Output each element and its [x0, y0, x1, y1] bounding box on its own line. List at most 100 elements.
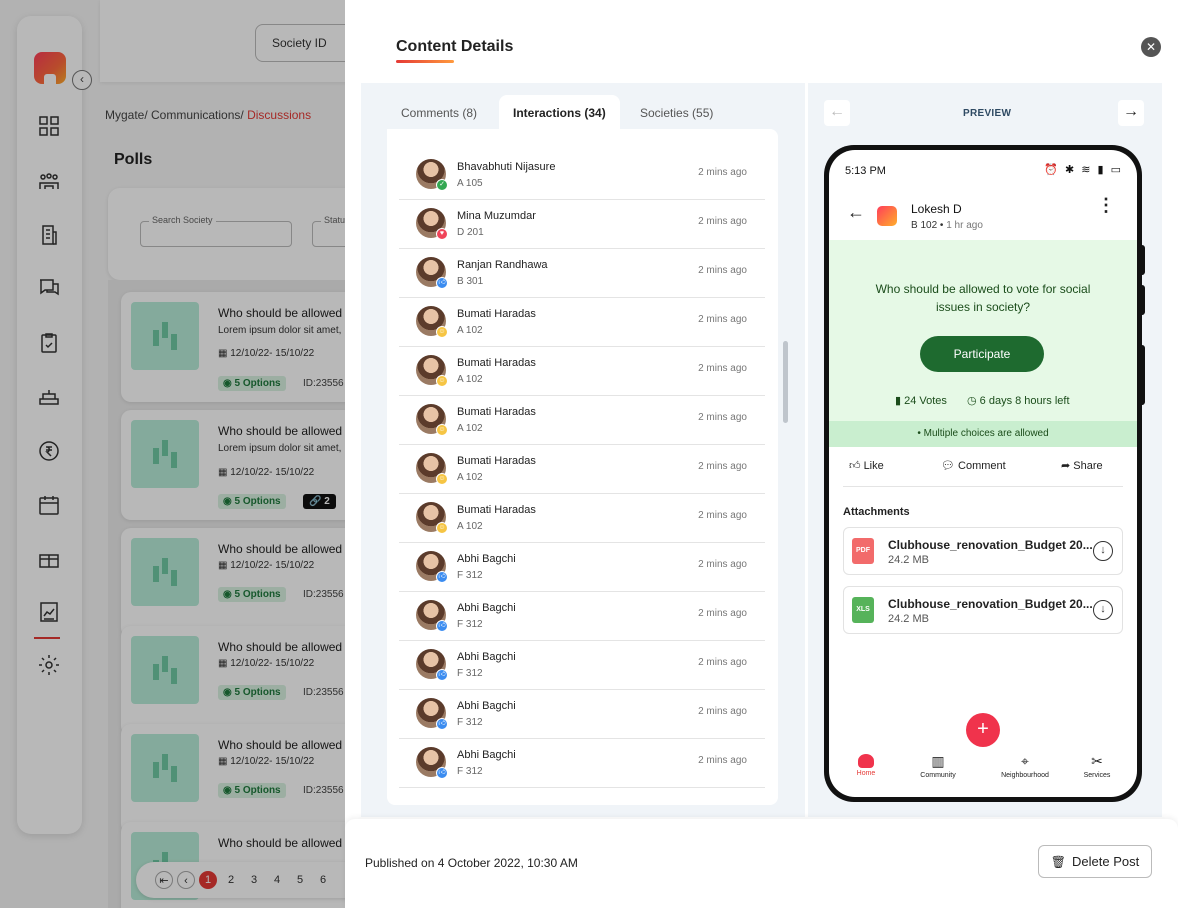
xls-file-icon: XLS [852, 597, 874, 623]
phone-button [1140, 285, 1145, 315]
interaction-row[interactable]: 👍︎ Abhi Bagchi F 312 2 mins ago [399, 592, 765, 641]
app-logo [877, 206, 897, 226]
interaction-row[interactable]: ☺ Bumati Haradas A 102 2 mins ago [399, 396, 765, 445]
interaction-time: 2 mins ago [698, 559, 747, 570]
interaction-unit: F 312 [457, 668, 483, 679]
download-icon[interactable]: ↓ [1093, 600, 1113, 620]
votes-text: 24 Votes [904, 395, 947, 407]
phone-button [1140, 345, 1145, 405]
like-button[interactable]: 👍︎ Like [849, 459, 884, 472]
tab-comments[interactable]: Comments (8) [401, 95, 477, 131]
reaction-laugh-icon: ☺ [436, 375, 448, 387]
interaction-time: 2 mins ago [698, 412, 747, 423]
interaction-row[interactable]: ✓ Bhavabhuti Nijasure A 105 2 mins ago [399, 151, 765, 200]
published-date: Published on 4 October 2022, 10:30 AM [365, 856, 578, 870]
interaction-row[interactable]: ♥ Mina Muzumdar D 201 2 mins ago [399, 200, 765, 249]
comment-button[interactable]: 💬︎ Comment [941, 459, 1006, 472]
status-icons: ⏰ ✱ ≋ ▮ ▭ [1044, 164, 1123, 176]
interaction-row[interactable]: 👍︎ Abhi Bagchi F 312 2 mins ago [399, 641, 765, 690]
interaction-unit: F 312 [457, 619, 483, 630]
interaction-time: 2 mins ago [698, 314, 747, 325]
interaction-time: 2 mins ago [698, 363, 747, 374]
back-arrow-icon[interactable]: ← [847, 202, 865, 223]
tab-interactions[interactable]: Interactions (34) [499, 95, 620, 131]
interaction-unit: A 102 [457, 472, 483, 483]
interaction-name: Bumati Haradas [457, 308, 536, 320]
next-arrow-icon[interactable]: → [1118, 100, 1144, 126]
reaction-laugh-icon: ☺ [436, 424, 448, 436]
interaction-time: 2 mins ago [698, 461, 747, 472]
nav-home[interactable]: Home [831, 752, 901, 777]
location-pin-icon: ⌖ [1021, 753, 1029, 769]
interaction-row[interactable]: 👍︎ Abhi Bagchi F 312 2 mins ago [399, 543, 765, 592]
bottom-nav: Home ▥ Community ⌖ Neighbourhood ✂ Services [829, 730, 1137, 797]
reaction-like-icon: 👍︎ [436, 277, 448, 289]
nav-label: Services [1083, 772, 1111, 779]
title-underline [396, 60, 454, 63]
interaction-unit: A 102 [457, 423, 483, 434]
reaction-like-icon: 👍︎ [436, 767, 448, 779]
nav-services[interactable]: ✂ Services [1062, 752, 1132, 779]
interaction-name: Bumati Haradas [457, 455, 536, 467]
trash-icon: 🗑︎ [1050, 855, 1067, 869]
like-label: Like [863, 460, 884, 472]
interaction-name: Bumati Haradas [457, 504, 536, 516]
attachment-file[interactable]: XLS Clubhouse_renovation_Budget 20... 24… [843, 586, 1123, 634]
interaction-row[interactable]: 👍︎ Abhi Bagchi F 312 2 mins ago [399, 690, 765, 739]
pdf-file-icon: PDF [852, 538, 874, 564]
interaction-row[interactable]: ☺ Bumati Haradas A 102 2 mins ago [399, 298, 765, 347]
preview-panel: ← PREVIEW → 5:13 PM ⏰ ✱ ≋ ▮ ▭ ← Lokesh D… [808, 83, 1162, 817]
file-size: 24.2 MB [888, 613, 929, 625]
drawer-title: Content Details [396, 38, 514, 55]
phone-frame: 5:13 PM ⏰ ✱ ≋ ▮ ▭ ← Lokesh D B 102 • 1 h… [824, 145, 1145, 802]
reaction-laugh-icon: ☺ [436, 522, 448, 534]
interaction-name: Abhi Bagchi [457, 749, 516, 761]
interactions-list[interactable]: ✓ Bhavabhuti Nijasure A 105 2 mins ago ♥ Mina… [387, 129, 778, 805]
content-details-drawer: Content Details ✕ Comments (8) Interacti… [345, 0, 1178, 908]
interaction-row[interactable]: ☺ Bumati Haradas A 102 2 mins ago [399, 347, 765, 396]
nav-community[interactable]: ▥ Community [903, 752, 973, 779]
interaction-name: Bhavabhuti Nijasure [457, 161, 556, 173]
delete-post-button[interactable]: 🗑︎ Delete Post [1038, 845, 1152, 878]
interaction-unit: A 102 [457, 374, 483, 385]
nav-neighbourhood[interactable]: ⌖ Neighbourhood [990, 752, 1060, 779]
interaction-row[interactable]: 👍︎ Ranjan Randhawa B 301 2 mins ago [399, 249, 765, 298]
tab-societies[interactable]: Societies (55) [640, 95, 713, 131]
multiple-choice-note: • Multiple choices are allowed [829, 421, 1137, 447]
attachment-file[interactable]: PDF Clubhouse_renovation_Budget 20... 24… [843, 527, 1123, 575]
interaction-time: 2 mins ago [698, 265, 747, 276]
post-unit: B 102 [911, 220, 938, 231]
interaction-name: Abhi Bagchi [457, 602, 516, 614]
interaction-unit: F 312 [457, 570, 483, 581]
participate-button[interactable]: Participate [920, 336, 1044, 372]
interaction-time: 2 mins ago [698, 657, 747, 668]
interaction-unit: B 301 [457, 276, 484, 287]
interaction-unit: A 105 [457, 178, 483, 189]
share-button[interactable]: ➦ Share [1061, 459, 1103, 472]
interaction-name: Abhi Bagchi [457, 700, 516, 712]
tools-icon: ✂ [1091, 753, 1103, 769]
phone-button [1140, 245, 1145, 275]
post-actions: 👍︎ Like 💬︎ Comment ➦ Share [843, 447, 1123, 487]
poll-block: Who should be allowed to vote for social… [829, 240, 1137, 447]
post-meta: B 102 • 1 hr ago [911, 220, 983, 231]
phone-screen: 5:13 PM ⏰ ✱ ≋ ▮ ▭ ← Lokesh D B 102 • 1 h… [829, 150, 1137, 797]
close-icon[interactable]: ✕ [1141, 37, 1161, 57]
download-icon[interactable]: ↓ [1093, 541, 1113, 561]
list-scrollbar[interactable] [783, 341, 788, 423]
interaction-unit: F 312 [457, 766, 483, 777]
interaction-unit: F 312 [457, 717, 483, 728]
interaction-row[interactable]: 👍︎ Abhi Bagchi F 312 2 mins ago [399, 739, 765, 788]
file-size: 24.2 MB [888, 554, 929, 566]
interaction-row[interactable]: ☺ Bumati Haradas A 102 2 mins ago [399, 445, 765, 494]
thumbs-up-icon: 👍︎ [849, 460, 864, 472]
prev-arrow-icon[interactable]: ← [824, 100, 850, 126]
comment-icon: 💬︎ [941, 460, 959, 472]
share-label: Share [1073, 460, 1103, 472]
interactions-panel: Comments (8) Interactions (34) Societies… [361, 83, 805, 817]
interaction-row[interactable]: ☺ Bumati Haradas A 102 2 mins ago [399, 494, 765, 543]
more-options-icon[interactable]: ⋮ [1097, 196, 1115, 214]
nav-label: Neighbourhood [1001, 772, 1049, 779]
interaction-time: 2 mins ago [698, 608, 747, 619]
interaction-name: Bumati Haradas [457, 406, 536, 418]
